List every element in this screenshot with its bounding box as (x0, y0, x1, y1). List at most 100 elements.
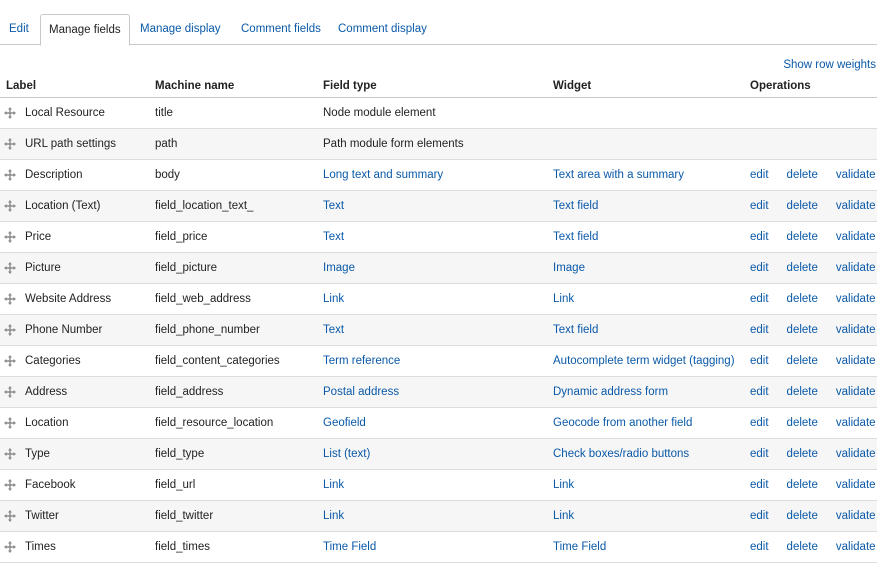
tab-manage-display[interactable]: Manage display (132, 14, 229, 43)
machine-name: field_url (155, 479, 196, 491)
drag-handle-icon[interactable] (4, 447, 16, 460)
drag-handle-icon[interactable] (4, 540, 16, 553)
op-delete-link[interactable]: delete (787, 510, 818, 522)
drag-handle-icon[interactable] (4, 168, 16, 181)
op-validate-link[interactable]: validate (836, 386, 876, 398)
field-type-link[interactable]: Time Field (323, 541, 376, 553)
op-delete-link[interactable]: delete (787, 231, 818, 243)
field-type-link[interactable]: Long text and summary (323, 169, 443, 181)
field-type-link[interactable]: Postal address (323, 386, 399, 398)
op-edit-link[interactable]: edit (750, 200, 769, 212)
widget-link[interactable]: Link (553, 510, 574, 522)
field-type-link[interactable]: Text (323, 231, 344, 243)
op-edit-link[interactable]: edit (750, 417, 769, 429)
op-edit-link[interactable]: edit (750, 262, 769, 274)
field-type-link[interactable]: Link (323, 293, 344, 305)
field-type-link[interactable]: Image (323, 262, 355, 274)
drag-handle-icon[interactable] (4, 323, 16, 336)
widget-link[interactable]: Text area with a summary (553, 169, 684, 181)
widget-cell (547, 97, 744, 129)
drag-handle-icon[interactable] (4, 478, 16, 491)
op-validate-link[interactable]: validate (836, 324, 876, 336)
op-edit-link[interactable]: edit (750, 448, 769, 460)
widget-link[interactable]: Dynamic address form (553, 386, 668, 398)
widget-cell: Link (547, 500, 744, 532)
widget-cell: Image (547, 252, 744, 284)
op-validate-link[interactable]: validate (836, 293, 876, 305)
primary-tabs: Edit Manage fields Manage display Commen… (0, 14, 877, 46)
field-type-link[interactable]: Text (323, 324, 344, 336)
field-type-link[interactable]: Link (323, 510, 344, 522)
op-delete-link[interactable]: delete (787, 386, 818, 398)
machine-name: field_twitter (155, 510, 214, 522)
widget-link[interactable]: Image (553, 262, 585, 274)
op-delete-link[interactable]: delete (787, 448, 818, 460)
op-validate-link[interactable]: validate (836, 262, 876, 274)
op-validate-link[interactable]: validate (836, 355, 876, 367)
op-edit-link[interactable]: edit (750, 479, 769, 491)
op-edit-link[interactable]: edit (750, 293, 769, 305)
op-validate-link[interactable]: validate (836, 200, 876, 212)
widget-link[interactable]: Geocode from another field (553, 417, 692, 429)
table-header-row: Label Machine name Field type Widget Ope… (0, 75, 877, 98)
machine-name: field_content_categories (155, 355, 280, 367)
machine-name-cell: field_picture (149, 252, 317, 284)
field-type-link[interactable]: Link (323, 479, 344, 491)
widget-link[interactable]: Link (553, 479, 574, 491)
op-edit-link[interactable]: edit (750, 324, 769, 336)
op-validate-link[interactable]: validate (836, 417, 876, 429)
drag-handle-icon[interactable] (4, 199, 16, 212)
op-edit-link[interactable]: edit (750, 510, 769, 522)
widget-link[interactable]: Time Field (553, 541, 606, 553)
op-delete-link[interactable]: delete (787, 169, 818, 181)
widget-link[interactable]: Text field (553, 231, 598, 243)
op-delete-link[interactable]: delete (787, 355, 818, 367)
operations-cell: edit delete validate (744, 159, 877, 191)
show-row-weights-link[interactable]: Show row weights (783, 59, 876, 71)
field-type-link[interactable]: Term reference (323, 355, 400, 367)
tab-comment-display[interactable]: Comment display (330, 14, 435, 43)
widget-link[interactable]: Text field (553, 200, 598, 212)
op-edit-link[interactable]: edit (750, 355, 769, 367)
drag-handle-icon[interactable] (4, 416, 16, 429)
drag-handle-icon[interactable] (4, 261, 16, 274)
op-validate-link[interactable]: validate (836, 510, 876, 522)
tab-edit[interactable]: Edit (1, 14, 37, 43)
op-validate-link[interactable]: validate (836, 169, 876, 181)
field-type-link[interactable]: List (text) (323, 448, 370, 460)
widget-link[interactable]: Text field (553, 324, 598, 336)
field-type-link[interactable]: Text (323, 200, 344, 212)
op-delete-link[interactable]: delete (787, 479, 818, 491)
tab-manage-fields[interactable]: Manage fields (40, 14, 130, 46)
drag-handle-icon[interactable] (4, 292, 16, 305)
op-delete-link[interactable]: delete (787, 293, 818, 305)
widget-link[interactable]: Link (553, 293, 574, 305)
label-cell: Local Resource (0, 97, 149, 129)
field-type-link[interactable]: Geofield (323, 417, 366, 429)
op-delete-link[interactable]: delete (787, 541, 818, 553)
drag-handle-icon[interactable] (4, 137, 16, 150)
drag-handle-icon[interactable] (4, 106, 16, 119)
drag-handle-icon[interactable] (4, 509, 16, 522)
op-edit-link[interactable]: edit (750, 386, 769, 398)
widget-link[interactable]: Check boxes/radio buttons (553, 448, 689, 460)
op-edit-link[interactable]: edit (750, 231, 769, 243)
field-type-cell: Text (317, 314, 547, 346)
drag-handle-icon[interactable] (4, 230, 16, 243)
op-validate-link[interactable]: validate (836, 541, 876, 553)
op-validate-link[interactable]: validate (836, 448, 876, 460)
op-delete-link[interactable]: delete (787, 417, 818, 429)
op-validate-link[interactable]: validate (836, 479, 876, 491)
op-validate-link[interactable]: validate (836, 231, 876, 243)
op-delete-link[interactable]: delete (787, 324, 818, 336)
widget-link[interactable]: Autocomplete term widget (tagging) (553, 355, 735, 367)
op-delete-link[interactable]: delete (787, 262, 818, 274)
drag-handle-icon[interactable] (4, 385, 16, 398)
label-cell: Type (0, 438, 149, 470)
tab-comment-fields[interactable]: Comment fields (233, 14, 329, 43)
op-edit-link[interactable]: edit (750, 541, 769, 553)
op-delete-link[interactable]: delete (787, 200, 818, 212)
op-edit-link[interactable]: edit (750, 169, 769, 181)
drag-handle-icon[interactable] (4, 354, 16, 367)
widget-cell: Time Field (547, 531, 744, 563)
